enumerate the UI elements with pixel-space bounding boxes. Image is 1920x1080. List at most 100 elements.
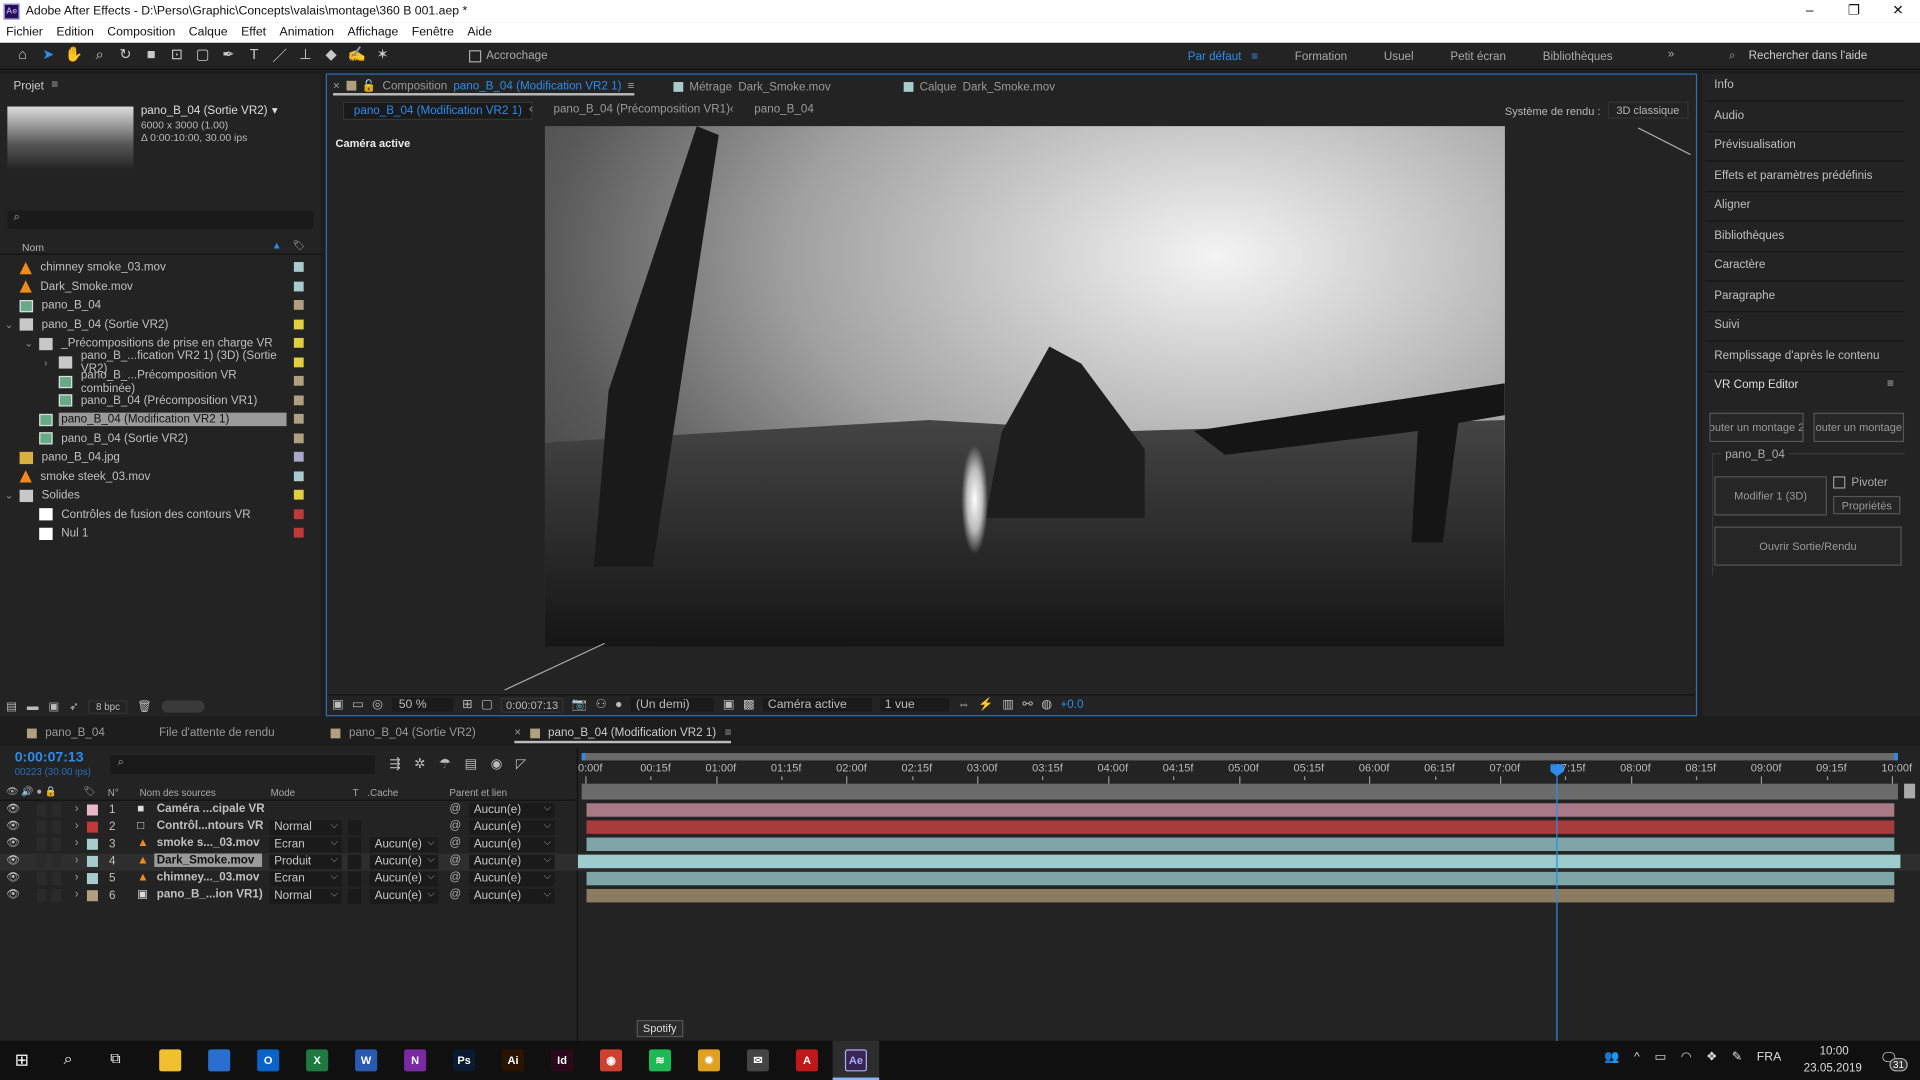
close-button[interactable]: ✕ xyxy=(1876,0,1920,22)
timeline-tab[interactable]: pano_B_04 xyxy=(26,726,105,740)
breadcrumb-item[interactable]: pano_B_04 (Précomposition VR1) xyxy=(544,102,740,118)
panel-tab-8[interactable]: Suivi xyxy=(1705,312,1905,342)
taskbar-outlook[interactable]: O xyxy=(257,1049,280,1072)
composition-viewport[interactable] xyxy=(544,126,1505,647)
pickwhip-icon[interactable]: @ xyxy=(449,802,461,815)
pickwhip-icon[interactable]: @ xyxy=(449,888,461,901)
workspace-3[interactable]: Petit écran xyxy=(1450,50,1506,63)
bit-depth-button[interactable]: 8 bpc xyxy=(88,699,128,714)
label-color-swatch[interactable] xyxy=(293,375,304,386)
menu-6[interactable]: Affichage xyxy=(347,26,398,39)
language-indicator[interactable]: FRA xyxy=(1757,1051,1781,1064)
help-search-input[interactable]: Rechercher dans l'aide xyxy=(1749,49,1868,62)
work-area-range[interactable] xyxy=(581,783,1898,800)
breadcrumb-item[interactable]: pano_B_04 (Modification VR2 1) xyxy=(342,101,534,121)
track-matte-select[interactable]: Aucun(e) xyxy=(369,869,439,887)
pan-behind-icon[interactable]: ⊡ xyxy=(164,45,190,66)
new-folder-icon[interactable]: ▬ xyxy=(27,700,39,713)
project-item[interactable]: Nul 1 xyxy=(0,524,321,543)
track-matte-select[interactable]: Aucun(e) xyxy=(369,852,439,870)
pickwhip-icon[interactable]: @ xyxy=(449,853,461,866)
project-item[interactable]: chimney smoke_03.mov xyxy=(0,258,321,277)
expand-chevron-icon[interactable]: › xyxy=(75,853,79,866)
menu-2[interactable]: Composition xyxy=(107,26,175,39)
blend-mode-select[interactable]: Produit xyxy=(269,852,342,870)
project-item[interactable]: pano_B_04 (Précomposition VR1) xyxy=(0,391,321,410)
dropbox-icon[interactable]: ❖ xyxy=(1706,1051,1717,1064)
panel-tab-2[interactable]: Prévisualisation xyxy=(1705,132,1905,162)
taskbar-indesign[interactable]: Id xyxy=(551,1049,574,1072)
label-color-swatch[interactable] xyxy=(293,451,304,462)
puppet-icon[interactable]: ✶ xyxy=(370,45,396,66)
layer-name[interactable]: Contrôl...ntours VR xyxy=(154,819,266,832)
timeline-tab[interactable]: × pano_B_04 (Modification VR2 1) ≡ xyxy=(514,726,732,744)
timeline-icon[interactable]: ▥ xyxy=(1002,698,1014,711)
preserve-transparency-switch[interactable] xyxy=(347,820,362,836)
solo-switch[interactable] xyxy=(36,854,47,869)
visibility-eye-icon[interactable]: 👁 xyxy=(6,871,20,884)
show-snapshot-icon[interactable]: ⚇ xyxy=(595,698,606,711)
layer-name[interactable]: Caméra ...cipale VR xyxy=(154,802,267,815)
preserve-transparency-switch[interactable] xyxy=(347,837,362,853)
layer-duration-bar[interactable] xyxy=(577,854,1901,869)
clock-date[interactable]: 23.05.2019 xyxy=(1804,1062,1862,1075)
vr-headset-icon[interactable]: ◎ xyxy=(372,698,383,711)
pickwhip-icon[interactable]: @ xyxy=(449,836,461,849)
flowchart-icon[interactable]: ⚯ xyxy=(1022,698,1032,711)
parent-select[interactable]: Aucun(e) xyxy=(468,801,555,818)
renderer-button[interactable]: 3D classique xyxy=(1607,101,1688,119)
menu-4[interactable]: Effet xyxy=(241,26,266,39)
lock-switch[interactable] xyxy=(51,837,62,852)
monitor-icon[interactable]: ▭ xyxy=(352,698,364,711)
expand-chevron-icon[interactable]: › xyxy=(75,836,79,849)
layer-row[interactable]: 👁 › 2 □ Contrôl...ntours VRNormal @ Aucun(e) xyxy=(0,818,1920,836)
lock-switch[interactable] xyxy=(51,871,62,886)
viewer-timecode[interactable]: 0:00:07:13 xyxy=(501,697,564,713)
layer-row[interactable]: 👁 › 4 ▲ Dark_Smoke.mov Produit Aucun(e) @ Aucun(… xyxy=(0,852,1920,871)
project-item[interactable]: pano_B_04 (Modification VR2 1) xyxy=(0,410,321,429)
pickwhip-icon[interactable]: @ xyxy=(449,819,461,832)
transparency-grid-icon[interactable]: ▢ xyxy=(481,698,493,711)
layer-name[interactable]: Dark_Smoke.mov xyxy=(154,853,263,867)
layer-duration-bar[interactable] xyxy=(586,803,1895,817)
layer-name[interactable]: pano_B_...ion VR1) xyxy=(154,888,265,901)
parent-select[interactable]: Aucun(e) xyxy=(468,818,555,836)
properties-button[interactable]: Propriétés xyxy=(1833,495,1901,515)
timeline-search-input[interactable]: ⌕ xyxy=(110,755,375,774)
solo-switch[interactable] xyxy=(36,803,47,817)
timeline-timecode[interactable]: 0:00:07:13 xyxy=(15,751,84,766)
label-color-swatch[interactable] xyxy=(293,508,304,519)
column-trackmatte-t[interactable]: T xyxy=(353,787,359,798)
panel-tab-0[interactable]: Info xyxy=(1705,72,1905,102)
panel-menu-icon[interactable]: ≡ xyxy=(1887,377,1894,390)
visibility-eye-icon[interactable]: 👁 xyxy=(6,836,20,849)
pen-icon[interactable]: ✒ xyxy=(216,45,242,66)
project-item[interactable]: pano_B_04 (Sortie VR2) xyxy=(0,429,321,448)
close-tab-icon[interactable]: × xyxy=(514,726,521,739)
expand-chevron-icon[interactable]: › xyxy=(75,819,79,832)
text-icon[interactable]: T xyxy=(241,45,267,66)
panel-menu-icon[interactable]: ≡ xyxy=(51,78,58,91)
people-icon[interactable]: 👥 xyxy=(1604,1051,1619,1064)
label-color-swatch[interactable] xyxy=(293,394,304,405)
preserve-transparency-switch[interactable] xyxy=(347,888,362,904)
expand-chevron-icon[interactable]: › xyxy=(75,871,79,884)
taskbar-chrome[interactable]: ◉ xyxy=(600,1049,623,1072)
menu-1[interactable]: Edition xyxy=(56,26,93,39)
solo-switch[interactable] xyxy=(36,888,47,903)
chevron-down-icon[interactable]: ⌄ xyxy=(24,338,32,349)
clone-stamp-icon[interactable]: ⊥ xyxy=(293,45,319,66)
label-color-swatch[interactable] xyxy=(86,873,98,885)
layer-row[interactable]: 👁 › 6 ▣ pano_B_...ion VR1) Normal Aucun(e) @ Auc… xyxy=(0,887,1920,905)
visibility-eye-icon[interactable]: 👁 xyxy=(6,853,20,866)
panel-tab-9[interactable]: Remplissage d'après le contenu xyxy=(1705,342,1905,372)
add-montage-button[interactable]: outer un montage xyxy=(1813,412,1905,443)
visibility-eye-icon[interactable]: 👁 xyxy=(6,888,20,901)
viewer-tab[interactable]: × 🔓 Composition pano_B_04 (Modification VR2… xyxy=(333,78,635,96)
rotate-icon[interactable]: ↻ xyxy=(113,45,139,66)
motion-blur-icon[interactable]: ◉ xyxy=(491,756,503,772)
label-color-swatch[interactable] xyxy=(293,489,304,500)
resolution-select[interactable]: (Un demi) xyxy=(630,697,715,712)
blend-mode-select[interactable]: Ecran xyxy=(269,835,342,853)
lock-switch[interactable] xyxy=(51,888,62,903)
